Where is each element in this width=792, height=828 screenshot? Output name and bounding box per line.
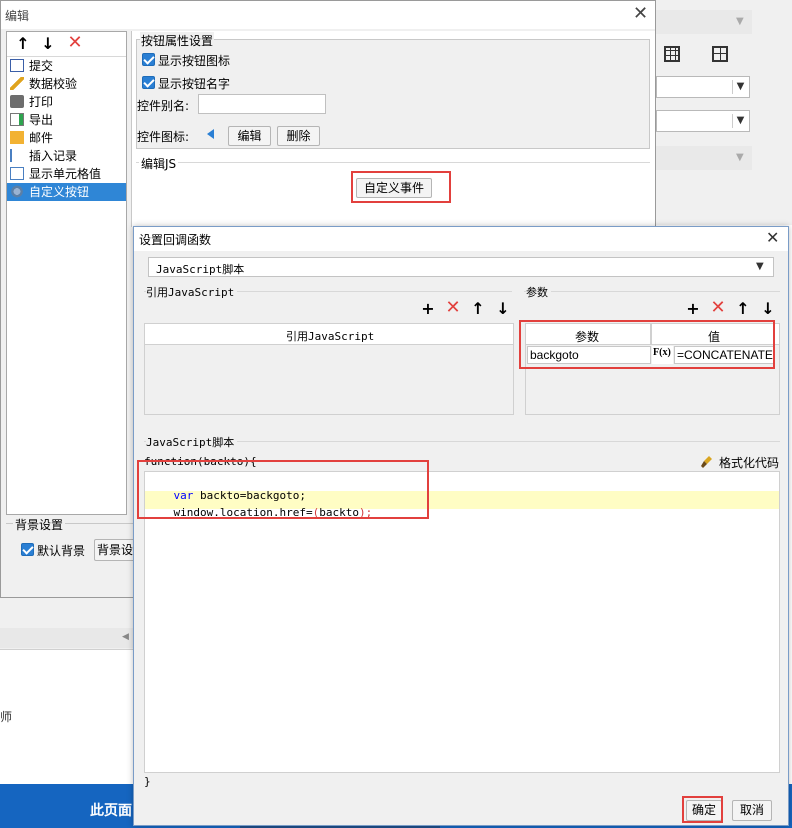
ref-js-label: 引用JavaScript: [146, 284, 238, 300]
icon-edit-button[interactable]: 编辑: [228, 126, 271, 146]
chevron-down-icon: ▼: [736, 16, 744, 27]
list-item-label: 插入记录: [29, 149, 78, 163]
move-down-icon[interactable]: ↓: [760, 301, 776, 317]
pencil-icon: [10, 77, 24, 90]
show-icon-checkbox[interactable]: [142, 53, 155, 66]
alias-label: 控件别名:: [137, 99, 190, 113]
move-up-icon[interactable]: ↑: [470, 301, 486, 317]
fx-label: F(x): [653, 347, 671, 358]
icon-delete-button[interactable]: 删除: [277, 126, 320, 146]
script-label: JavaScript脚本: [146, 434, 238, 450]
list-item-label: 邮件: [29, 131, 54, 145]
delete-icon[interactable]: ✕: [445, 299, 461, 317]
icon-label: 控件图标:: [137, 130, 190, 144]
move-up-icon[interactable]: ↑: [735, 301, 751, 317]
func-header: function(backto){: [144, 455, 257, 468]
custom-event-button[interactable]: 自定义事件: [356, 178, 432, 198]
delete-icon[interactable]: ✕: [710, 299, 726, 317]
chevron-down-icon: ▼: [756, 261, 764, 272]
list-item-label: 导出: [29, 113, 54, 127]
list-item[interactable]: 打印: [7, 93, 126, 111]
editjs-label: 编辑JS: [139, 155, 179, 172]
list-item[interactable]: 导出: [7, 111, 126, 129]
move-up-icon[interactable]: ↑: [15, 36, 31, 52]
delete-icon[interactable]: ✕: [67, 34, 83, 52]
params-col-param: 参数: [575, 330, 600, 344]
props-title: 按钮属性设置: [140, 32, 215, 49]
show-name-label: 显示按钮名字: [158, 77, 231, 91]
list-item-label: 数据校验: [29, 77, 78, 91]
ref-js-header-label: 引用JavaScript: [286, 330, 375, 343]
script-group-line: [144, 441, 780, 442]
cancel-button[interactable]: 取消: [732, 800, 772, 821]
list-item[interactable]: 自定义按钮: [7, 183, 126, 201]
close-icon[interactable]: ✕: [766, 230, 779, 246]
code-text: window.location.href=: [173, 506, 313, 519]
func-footer: }: [144, 775, 151, 788]
insert-record-icon: [10, 149, 24, 162]
ok-button[interactable]: 确定: [686, 800, 722, 821]
format-code-button[interactable]: 格式化代码: [719, 454, 779, 471]
list-item[interactable]: 邮件: [7, 129, 126, 147]
dialog-title: 设置回调函数: [139, 233, 212, 247]
bg-text-fragment: 师: [0, 710, 13, 724]
show-name-checkbox[interactable]: [142, 76, 155, 89]
chevron-down-icon: ▼: [732, 114, 748, 128]
bg-footer-text: 此页面: [90, 803, 132, 819]
printer-icon: [10, 95, 24, 108]
code-paren: );: [358, 506, 373, 519]
export-icon: [10, 113, 24, 126]
list-item-label: 打印: [29, 95, 54, 109]
params-group-line: [524, 291, 780, 292]
param-name-input[interactable]: [527, 346, 651, 364]
move-down-icon[interactable]: ↓: [495, 301, 511, 317]
list-item[interactable]: 显示单元格值: [7, 165, 126, 183]
move-down-icon[interactable]: ↓: [40, 36, 56, 52]
chevron-down-icon: ▼: [732, 80, 748, 94]
code-text: backto: [319, 506, 359, 519]
window-title: 编辑: [5, 9, 30, 23]
scroll-left-icon[interactable]: ◀: [122, 632, 129, 642]
script-type-value: JavaScript脚本: [156, 263, 245, 276]
list-item-label: 提交: [29, 59, 54, 73]
dialog-titlebar: [134, 227, 788, 251]
broom-icon[interactable]: [700, 455, 712, 468]
list-item[interactable]: 数据校验: [7, 75, 126, 93]
callback-dialog: 设置回调函数 ✕ JavaScript脚本 ▼ 引用JavaScript + ✕…: [133, 226, 789, 826]
edit-window-titlebar: [1, 1, 655, 29]
default-bg-label: 默认背景: [37, 544, 86, 558]
bg-settings-button[interactable]: 背景设: [94, 539, 136, 561]
params-label: 参数: [526, 284, 551, 300]
close-icon[interactable]: ✕: [633, 5, 648, 23]
bg-right-panel: ▼ ▼ ▼ ▼: [655, 0, 792, 225]
code-line-2: window.location.href=(backto);: [147, 493, 373, 532]
show-icon-label: 显示按钮图标: [158, 54, 231, 68]
add-icon[interactable]: +: [685, 301, 701, 317]
button-list-pane: ↑ ↓ ✕ 提交数据校验打印导出邮件插入记录显示单元格值 自定义按钮: [6, 31, 127, 515]
list-item-label: 显示单元格值: [29, 167, 102, 181]
param-value-input[interactable]: [674, 346, 775, 364]
list-item[interactable]: 插入记录: [7, 147, 126, 165]
cell-value-icon: [10, 167, 24, 180]
gear-icon: [10, 185, 24, 198]
alias-input[interactable]: [198, 94, 326, 114]
add-icon[interactable]: +: [420, 301, 436, 317]
mail-icon: [10, 131, 24, 144]
list-item-label: 自定义按钮: [29, 185, 90, 199]
chevron-down-icon: ▼: [736, 152, 744, 163]
bg-scrollbar[interactable]: [0, 628, 134, 648]
grid-icon[interactable]: [664, 46, 680, 62]
grid-icon[interactable]: [712, 46, 728, 62]
default-bg-checkbox[interactable]: [21, 543, 34, 556]
params-col-value: 值: [708, 330, 721, 344]
triangle-left-icon: [207, 129, 214, 139]
bg-settings-label: 背景设置: [13, 516, 66, 533]
submit-icon: [10, 59, 24, 72]
list-item[interactable]: 提交: [7, 57, 126, 75]
